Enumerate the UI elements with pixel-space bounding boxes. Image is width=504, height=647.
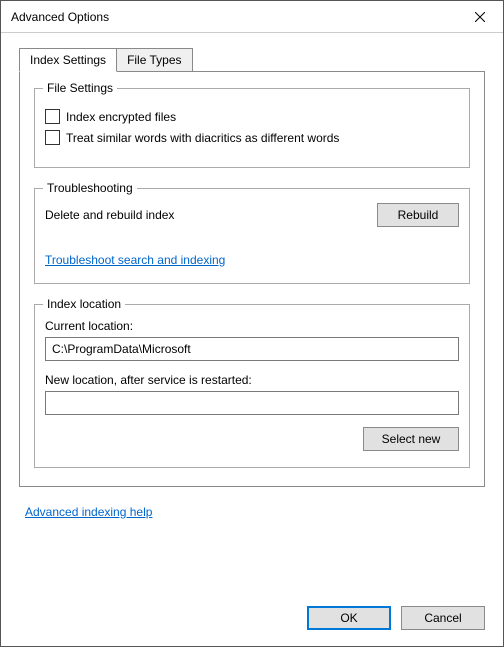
dialog-footer: OK Cancel (1, 594, 503, 646)
new-location-field[interactable] (45, 391, 459, 415)
current-location-label: Current location: (45, 319, 459, 333)
troubleshooting-group: Troubleshooting Delete and rebuild index… (34, 188, 470, 284)
index-location-group: Index location Current location: New loc… (34, 304, 470, 468)
file-settings-legend: File Settings (43, 81, 117, 95)
index-location-legend: Index location (43, 297, 125, 311)
file-settings-group: File Settings Index encrypted files Trea… (34, 88, 470, 168)
tab-file-types[interactable]: File Types (117, 48, 192, 72)
rebuild-row: Delete and rebuild index Rebuild (45, 203, 459, 227)
diacritics-label: Treat similar words with diacritics as d… (66, 131, 339, 145)
new-location-label: New location, after service is restarted… (45, 373, 459, 387)
close-button[interactable] (457, 1, 503, 33)
diacritics-checkbox[interactable] (45, 130, 60, 145)
tab-index-settings[interactable]: Index Settings (19, 48, 117, 72)
advanced-options-dialog: Advanced Options Index Settings File Typ… (0, 0, 504, 647)
index-encrypted-row: Index encrypted files (45, 109, 459, 124)
tab-strip: Index Settings File Types (19, 47, 485, 71)
tab-panel: File Settings Index encrypted files Trea… (19, 71, 485, 487)
content-area: Index Settings File Types File Settings … (1, 33, 503, 594)
cancel-button[interactable]: Cancel (401, 606, 485, 630)
troubleshooting-legend: Troubleshooting (43, 181, 137, 195)
index-encrypted-label: Index encrypted files (66, 110, 176, 124)
help-link-row: Advanced indexing help (25, 505, 479, 519)
window-title: Advanced Options (1, 10, 457, 24)
troubleshoot-link[interactable]: Troubleshoot search and indexing (45, 253, 225, 267)
rebuild-button[interactable]: Rebuild (377, 203, 459, 227)
select-new-button[interactable]: Select new (363, 427, 459, 451)
close-icon (475, 12, 485, 22)
ok-button[interactable]: OK (307, 606, 391, 630)
titlebar: Advanced Options (1, 1, 503, 33)
current-location-field[interactable] (45, 337, 459, 361)
index-encrypted-checkbox[interactable] (45, 109, 60, 124)
select-new-row: Select new (45, 427, 459, 451)
diacritics-row: Treat similar words with diacritics as d… (45, 130, 459, 145)
advanced-help-link[interactable]: Advanced indexing help (25, 505, 152, 519)
rebuild-text: Delete and rebuild index (45, 208, 174, 222)
